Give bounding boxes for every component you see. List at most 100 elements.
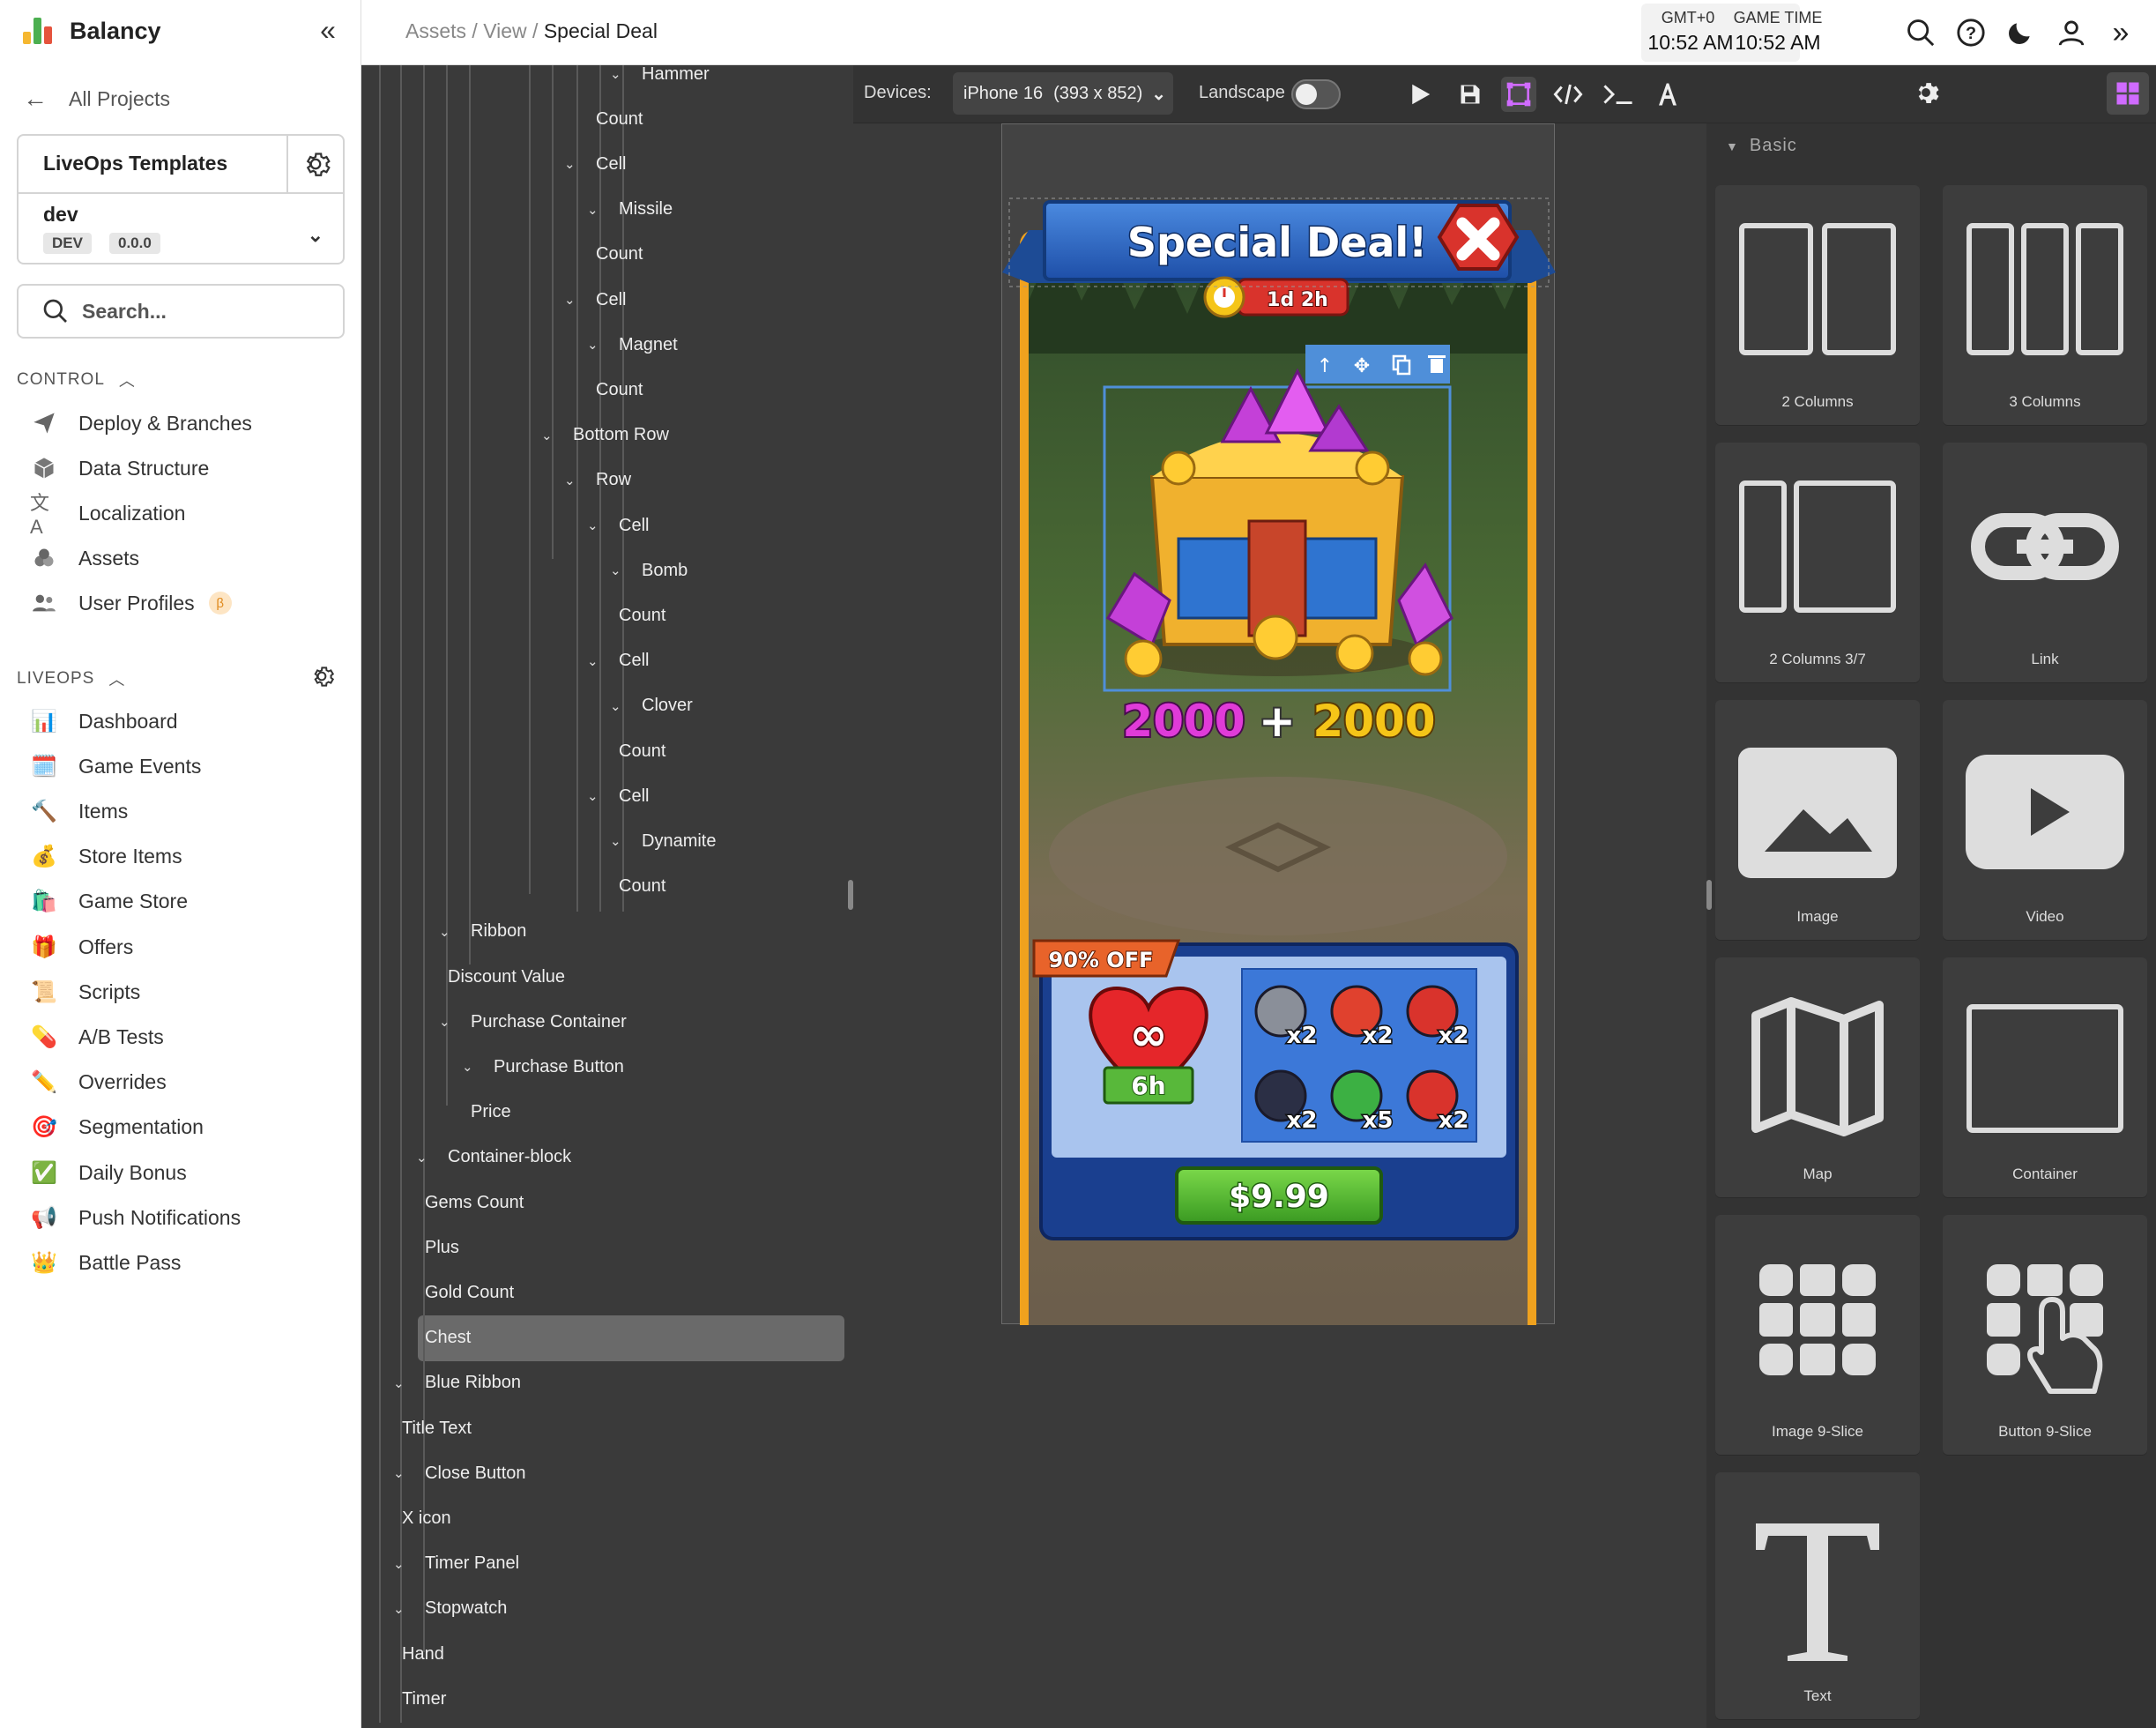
tree-node-timer-panel[interactable]: ⌄ Timer Panel [393, 1545, 519, 1583]
tree-node-title-text[interactable]: Title Text [402, 1409, 472, 1448]
chevron-down-icon[interactable]: ⌄ [564, 473, 584, 488]
nav-game-events[interactable]: 🗓️ Game Events [30, 749, 201, 784]
tree-node-clover[interactable]: ⌄ Clover [610, 687, 693, 726]
tree-node-timer[interactable]: Timer [402, 1680, 446, 1718]
save-icon[interactable] [1453, 77, 1488, 112]
nav-scripts[interactable]: 📜 Scripts [30, 974, 140, 1009]
chevron-down-icon[interactable]: ⌄ [564, 292, 584, 308]
chevron-down-icon[interactable]: ⌄ [439, 924, 458, 940]
dark-mode-moon-icon[interactable] [2004, 16, 2037, 49]
component-3-columns[interactable]: 3 Columns [1943, 185, 2147, 425]
nav-game-store[interactable]: 🛍️ Game Store [30, 884, 188, 920]
brand[interactable]: Balancy [23, 16, 161, 46]
nav-offers[interactable]: 🎁 Offers [30, 929, 133, 965]
tree-node-bottom-row[interactable]: ⌄ Bottom Row [541, 416, 669, 455]
tree-node-missile[interactable]: ⌄ Missile [587, 190, 673, 229]
tree-node-discount-value[interactable]: Discount Value [448, 957, 565, 996]
tree-node-blue-ribbon[interactable]: ⌄ Blue Ribbon [393, 1364, 521, 1403]
search-icon[interactable] [1904, 16, 1937, 49]
component-map[interactable]: Map [1715, 957, 1920, 1197]
project-settings-gear-icon[interactable] [286, 136, 343, 192]
breadcrumb-assets[interactable]: Assets [405, 19, 466, 42]
chevron-down-icon[interactable]: ⌄ [610, 66, 629, 82]
tree-node-bomb[interactable]: ⌄ Bomb [610, 551, 688, 590]
search-input[interactable]: Search... [17, 284, 345, 339]
tree-node-cell[interactable]: ⌄ Cell [564, 145, 626, 183]
component-image[interactable]: Image [1715, 700, 1920, 940]
nav-items[interactable]: 🔨 Items [30, 793, 128, 829]
chevron-down-icon[interactable]: ⌄ [610, 833, 629, 849]
chevron-down-icon[interactable]: ⌄ [610, 562, 629, 578]
chevron-down-icon[interactable]: ⌄ [564, 156, 584, 172]
chevron-down-icon[interactable]: ⌄ [587, 518, 606, 533]
component-2-columns[interactable]: 2 Columns [1715, 185, 1920, 425]
nav-data-structure[interactable]: Data Structure [30, 451, 209, 486]
component-text[interactable]: Text [1715, 1472, 1920, 1719]
tree-node-gold-count[interactable]: Gold Count [425, 1273, 514, 1312]
tree-node-plus[interactable]: Plus [425, 1228, 459, 1267]
all-projects-link[interactable]: ← All Projects [23, 85, 170, 113]
select-frame-icon[interactable] [1501, 77, 1536, 112]
nav-push-notifications[interactable]: 📢 Push Notifications [30, 1200, 241, 1235]
liveops-settings-gear-icon[interactable] [309, 663, 335, 694]
tree-node-container-block[interactable]: ⌄ Container-block [416, 1138, 571, 1177]
liveops-section-header[interactable]: LIVEOPS ︿ [17, 667, 125, 690]
terminal-icon[interactable] [1601, 77, 1636, 112]
tree-node-chest[interactable]: Chest [425, 1319, 471, 1358]
tree-node-count[interactable]: Count [619, 868, 665, 906]
nav-assets[interactable]: Assets [30, 540, 139, 576]
nav-user-profiles[interactable]: User Profiles β [30, 585, 232, 621]
chevron-down-icon[interactable]: ⌄ [416, 1150, 435, 1166]
chevron-down-icon[interactable]: ⌄ [587, 788, 606, 804]
tree-node-cell[interactable]: ⌄ Cell [587, 642, 649, 681]
tree-node-count[interactable]: Count [596, 100, 643, 138]
component-container[interactable]: Container [1943, 957, 2147, 1197]
tree-node-row[interactable]: ⌄ Row [564, 461, 631, 500]
chevron-down-icon[interactable]: ⌄ [393, 1375, 413, 1391]
component-image-9-slice[interactable]: Image 9-Slice [1715, 1215, 1920, 1455]
component-2-columns-3-7[interactable]: 2 Columns 3/7 [1715, 443, 1920, 682]
tree-node-hammer[interactable]: ⌄ Hammer [610, 65, 710, 93]
chevron-down-icon[interactable]: ⌄ [393, 1556, 413, 1572]
chevron-down-icon[interactable]: ⌄ [308, 224, 323, 247]
move-up-icon[interactable]: ↑ [1317, 355, 1333, 377]
tree-node-count[interactable]: Count [596, 370, 643, 409]
nav-segmentation[interactable]: 🎯 Segmentation [30, 1110, 204, 1145]
user-icon[interactable] [2055, 16, 2088, 49]
collapse-sidebar-icon[interactable]: « [310, 14, 346, 47]
nav-store-items[interactable]: 💰 Store Items [30, 839, 182, 875]
expand-panel-icon[interactable]: » [2104, 16, 2137, 49]
control-section-header[interactable]: CONTROL ︿ [17, 369, 136, 391]
tree-node-purchase-button[interactable]: ⌄ Purchase Button [462, 1047, 624, 1086]
nav-ab-tests[interactable]: 💊 A/B Tests [30, 1019, 164, 1054]
chevron-down-icon[interactable]: ⌄ [393, 1601, 413, 1617]
nav-deploy-branches[interactable]: Deploy & Branches [30, 406, 252, 441]
chevron-down-icon[interactable]: ⌄ [587, 337, 606, 353]
component-button-9-slice[interactable]: Button 9-Slice [1943, 1215, 2147, 1455]
nav-daily-bonus[interactable]: ✅ Daily Bonus [30, 1155, 187, 1190]
help-icon[interactable]: ? [1954, 16, 1988, 49]
chevron-down-icon[interactable]: ⌄ [393, 1465, 413, 1481]
tree-node-ribbon[interactable]: ⌄ Ribbon [439, 912, 526, 951]
tree-node-gems-count[interactable]: Gems Count [425, 1183, 524, 1222]
breadcrumb-view[interactable]: View [483, 19, 526, 42]
nav-overrides[interactable]: ✏️ Overrides [30, 1065, 167, 1100]
tree-node-x-icon[interactable]: X icon [402, 1499, 451, 1538]
tree-node-stopwatch[interactable]: ⌄ Stopwatch [393, 1590, 507, 1628]
close-button[interactable] [1437, 204, 1520, 271]
delete-icon[interactable] [1428, 355, 1446, 373]
chevron-down-icon[interactable]: ⌄ [462, 1059, 481, 1075]
tree-node-cell[interactable]: ⌄ Cell [587, 777, 649, 816]
tree-node-price[interactable]: Price [471, 1093, 511, 1132]
nav-battle-pass[interactable]: 👑 Battle Pass [30, 1245, 181, 1280]
chevron-down-icon[interactable]: ⌄ [587, 202, 606, 218]
purchase-button[interactable]: $9.99 [1175, 1166, 1383, 1225]
device-select[interactable]: iPhone 16 (393 x 852) ⌄ [953, 72, 1173, 115]
chevron-down-icon[interactable]: ⌄ [541, 428, 561, 443]
components-grid-icon[interactable] [2107, 72, 2149, 115]
chevron-down-icon[interactable]: ⌄ [610, 698, 629, 714]
project-selector[interactable]: LiveOps Templates dev DEV 0.0.0 ⌄ [17, 134, 345, 264]
tree-node-cell[interactable]: ⌄ Cell [587, 506, 649, 545]
font-icon[interactable] [1650, 77, 1685, 112]
play-icon[interactable] [1402, 77, 1438, 112]
